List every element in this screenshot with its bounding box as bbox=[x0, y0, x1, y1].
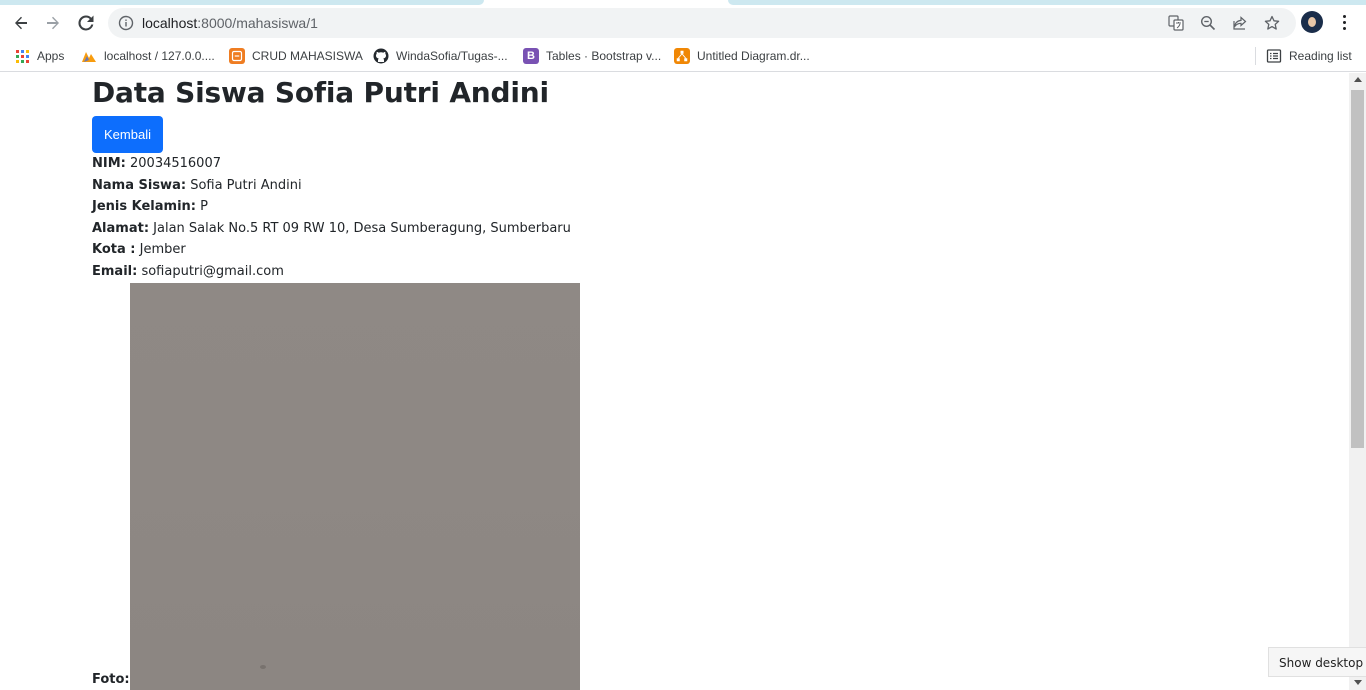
field-nim: NIM: 20034516007 bbox=[92, 153, 571, 175]
profile-avatar[interactable] bbox=[1301, 11, 1323, 33]
bookmark-bootstrap[interactable]: B Tables · Bootstrap v... bbox=[523, 47, 661, 65]
field-label: NIM: bbox=[92, 156, 126, 171]
github-icon bbox=[373, 48, 389, 64]
bookmark-star-icon[interactable] bbox=[1264, 15, 1280, 31]
url-text: localhost:8000/mahasiswa/1 bbox=[142, 15, 318, 31]
url-path: :8000/mahasiswa/1 bbox=[197, 15, 318, 31]
field-alamat: Alamat: Jalan Salak No.5 RT 09 RW 10, De… bbox=[92, 218, 571, 240]
reload-button[interactable] bbox=[71, 8, 101, 38]
share-icon[interactable] bbox=[1232, 15, 1248, 31]
show-desktop-tooltip: Show desktop bbox=[1268, 647, 1366, 677]
field-kota: Kota : Jember bbox=[92, 239, 571, 261]
address-bar[interactable]: localhost:8000/mahasiswa/1 bbox=[108, 8, 1296, 38]
field-value: Jalan Salak No.5 RT 09 RW 10, Desa Sumbe… bbox=[153, 220, 571, 236]
crud-icon bbox=[229, 48, 245, 64]
bookmarks-divider bbox=[1255, 47, 1256, 65]
reading-list-icon bbox=[1266, 48, 1282, 64]
bookmark-label: CRUD MAHASISWA bbox=[252, 49, 363, 63]
field-label: Jenis Kelamin: bbox=[92, 199, 196, 215]
back-nav-button[interactable] bbox=[6, 8, 36, 38]
forward-nav-button[interactable] bbox=[38, 8, 68, 38]
page-title: Data Siswa Sofia Putri Andini bbox=[92, 76, 549, 109]
reading-list-label: Reading list bbox=[1289, 49, 1352, 63]
browser-toolbar: localhost:8000/mahasiswa/1 bbox=[0, 6, 1366, 40]
field-label: Email: bbox=[92, 263, 138, 279]
reading-list-button[interactable]: Reading list bbox=[1266, 47, 1352, 65]
field-label: Alamat: bbox=[92, 220, 150, 236]
scroll-up-arrow-icon[interactable] bbox=[1354, 77, 1362, 82]
bookmark-label: Tables · Bootstrap v... bbox=[546, 49, 662, 63]
arrow-right-icon bbox=[47, 16, 59, 30]
field-value: Sofia Putri Andini bbox=[190, 177, 302, 193]
scroll-down-arrow-icon[interactable] bbox=[1354, 680, 1362, 685]
bookmark-label: WindaSofia/Tugas-... bbox=[396, 49, 508, 63]
tab-left-edge[interactable] bbox=[0, 0, 484, 5]
bookmark-label: Apps bbox=[37, 49, 65, 63]
bookmark-crud-mahasiswa[interactable]: CRUD MAHASISWA bbox=[229, 47, 363, 65]
tab-right-edge[interactable] bbox=[728, 0, 1366, 5]
translate-icon[interactable] bbox=[1168, 15, 1184, 31]
page-scrollbar[interactable] bbox=[1349, 73, 1366, 690]
photo-label: Foto: bbox=[92, 671, 130, 687]
apps-grid-icon bbox=[14, 48, 30, 64]
reload-icon bbox=[78, 15, 94, 31]
scroll-thumb[interactable] bbox=[1351, 90, 1364, 448]
field-nama-siswa: Nama Siswa: Sofia Putri Andini bbox=[92, 175, 571, 197]
student-detail: Data Siswa Sofia Putri Andini Kembali NI… bbox=[92, 73, 580, 690]
bootstrap-icon: B bbox=[523, 48, 539, 64]
student-photo bbox=[130, 282, 580, 690]
avatar-face bbox=[1308, 17, 1316, 27]
arrow-left-icon bbox=[15, 16, 27, 30]
bookmark-phpmyadmin[interactable]: localhost / 127.0.0.... bbox=[81, 47, 215, 65]
bookmark-label: localhost / 127.0.0.... bbox=[104, 49, 215, 63]
bookmark-apps[interactable]: Apps bbox=[14, 47, 64, 65]
zoom-icon[interactable] bbox=[1200, 15, 1216, 31]
browser-menu-button[interactable] bbox=[1334, 10, 1354, 34]
bookmarks-bar: Apps localhost / 127.0.0.... CRUD MAHASI… bbox=[0, 40, 1366, 72]
photo-row: Foto: bbox=[92, 282, 580, 690]
url-host: localhost bbox=[142, 15, 198, 31]
bookmark-github[interactable]: WindaSofia/Tugas-... bbox=[373, 47, 508, 65]
phpmyadmin-icon bbox=[81, 48, 97, 64]
photo-detail bbox=[260, 664, 266, 669]
field-label: Nama Siswa: bbox=[92, 177, 187, 193]
site-info-icon[interactable] bbox=[118, 15, 134, 31]
page-viewport: Data Siswa Sofia Putri Andini Kembali NI… bbox=[0, 73, 1366, 690]
field-value: 20034516007 bbox=[130, 156, 221, 171]
back-button[interactable]: Kembali bbox=[92, 116, 163, 153]
field-value: Jember bbox=[139, 242, 186, 258]
bookmark-drawio[interactable]: Untitled Diagram.dr... bbox=[674, 47, 810, 65]
drawio-icon bbox=[674, 48, 690, 64]
bookmark-label: Untitled Diagram.dr... bbox=[697, 49, 810, 63]
field-jenis-kelamin: Jenis Kelamin: P bbox=[92, 196, 571, 218]
field-email: Email: sofiaputri@gmail.com bbox=[92, 261, 571, 283]
field-value: P bbox=[200, 199, 208, 215]
field-label: Kota : bbox=[92, 242, 136, 258]
field-value: sofiaputri@gmail.com bbox=[141, 263, 284, 279]
